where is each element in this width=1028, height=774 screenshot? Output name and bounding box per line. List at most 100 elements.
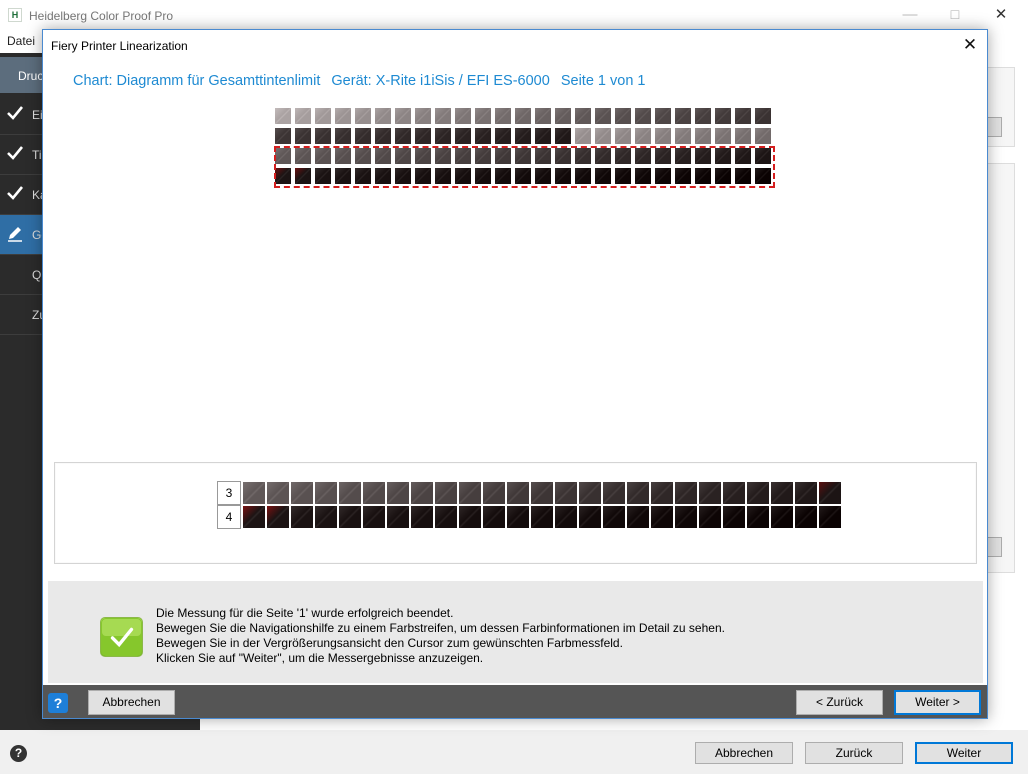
color-patch [715,108,731,124]
zoom-color-patch[interactable] [507,482,529,504]
zoom-color-patch[interactable] [267,482,289,504]
zoom-color-patch[interactable] [603,482,625,504]
zoom-color-patch[interactable] [291,482,313,504]
zoom-color-patch[interactable] [531,482,553,504]
color-patch [635,108,651,124]
zoom-color-patch[interactable] [243,506,265,528]
zoom-color-patch[interactable] [483,482,505,504]
zoom-color-patch[interactable] [435,506,457,528]
zoom-color-patch[interactable] [459,482,481,504]
check-icon [7,186,24,200]
color-patch [695,128,711,144]
next-button[interactable]: Weiter [915,742,1013,764]
message-text: Die Messung für die Seite '1' wurde erfo… [156,606,956,666]
dialog-back-button[interactable]: < Zurück [796,690,883,715]
zoom-color-patch[interactable] [747,482,769,504]
dialog-close-icon[interactable]: ✕ [954,32,986,58]
zoom-color-patch[interactable] [387,506,409,528]
zoom-color-patch[interactable] [243,482,265,504]
dialog-cancel-button[interactable]: Abbrechen [88,690,175,715]
color-patch [515,128,531,144]
zoom-color-patch[interactable] [771,482,793,504]
zoom-color-patch[interactable] [531,506,553,528]
zoom-color-patch[interactable] [291,506,313,528]
message-line: Bewegen Sie in der Vergrößerungsansicht … [156,636,623,650]
minimize-icon[interactable]: — [898,5,922,25]
edit-pencil-icon [8,227,22,242]
zoom-color-patch[interactable] [411,506,433,528]
color-patch [375,108,391,124]
background-button[interactable] [986,537,1002,557]
zoom-color-patch[interactable] [627,506,649,528]
color-patch [535,108,551,124]
zoom-color-patch[interactable] [483,506,505,528]
navigation-selection[interactable] [274,146,775,188]
zoom-color-patch[interactable] [579,482,601,504]
zoom-color-patch[interactable] [627,482,649,504]
zoom-color-patch[interactable] [267,506,289,528]
zoom-color-patch[interactable] [603,506,625,528]
back-button[interactable]: Zurück [805,742,903,764]
dialog-next-button[interactable]: Weiter > [894,690,981,715]
color-patch [675,128,691,144]
color-patch [475,128,491,144]
zoom-color-patch[interactable] [675,506,697,528]
zoom-grid[interactable]: 3 4 [217,481,841,530]
color-patch [595,108,611,124]
message-line: Klicken Sie auf "Weiter", um die Messerg… [156,651,484,665]
window-close-icon[interactable]: ✕ [989,5,1013,25]
zoom-color-patch[interactable] [435,482,457,504]
zoom-color-patch[interactable] [339,506,361,528]
color-patch [315,128,331,144]
zoom-color-patch[interactable] [363,482,385,504]
dialog-titlebar: Fiery Printer Linearization ✕ [43,30,987,61]
background-button[interactable] [986,117,1002,137]
zoom-color-patch[interactable] [315,506,337,528]
zoom-color-patch[interactable] [795,506,817,528]
help-icon[interactable]: ? [48,693,68,713]
zoom-color-patch[interactable] [555,506,577,528]
help-icon[interactable]: ? [10,745,27,762]
zoom-color-patch[interactable] [819,482,841,504]
color-patch [675,108,691,124]
color-patch [295,128,311,144]
zoom-color-patch[interactable] [507,506,529,528]
zoom-color-patch[interactable] [699,506,721,528]
zoom-color-patch[interactable] [555,482,577,504]
main-footer: ? Abbrechen Zurück Weiter [0,730,1028,774]
color-patch [635,128,651,144]
cancel-button[interactable]: Abbrechen [695,742,793,764]
zoom-color-patch[interactable] [579,506,601,528]
zoom-color-patch[interactable] [339,482,361,504]
zoom-color-patch[interactable] [747,506,769,528]
color-patch [335,108,351,124]
zoom-color-patch[interactable] [651,482,673,504]
zoom-color-patch[interactable] [651,506,673,528]
zoom-color-patch[interactable] [387,482,409,504]
color-patch [695,108,711,124]
message-line: Bewegen Sie die Navigationshilfe zu eine… [156,621,725,635]
color-patch [575,128,591,144]
zoom-color-patch[interactable] [363,506,385,528]
zoom-color-patch[interactable] [315,482,337,504]
color-patch [395,108,411,124]
zoom-color-patch[interactable] [723,482,745,504]
zoom-color-patch[interactable] [819,506,841,528]
menu-item-datei[interactable]: Datei [7,34,35,48]
zoom-color-patch[interactable] [459,506,481,528]
color-patch [455,108,471,124]
app-logo-icon: H [8,8,22,22]
zoom-color-patch[interactable] [699,482,721,504]
zoom-color-patch[interactable] [771,506,793,528]
zoom-color-patch[interactable] [411,482,433,504]
color-patch [655,108,671,124]
maximize-icon[interactable]: ☐ [943,5,967,25]
linearization-dialog: Fiery Printer Linearization ✕ Chart: Dia… [42,29,988,719]
zoom-color-patch[interactable] [723,506,745,528]
success-checkmark-icon [100,617,143,657]
sidebar-header-label: Druc [18,69,44,83]
zoom-color-patch[interactable] [795,482,817,504]
color-patch [315,108,331,124]
zoom-color-patch[interactable] [675,482,697,504]
color-patch [415,128,431,144]
